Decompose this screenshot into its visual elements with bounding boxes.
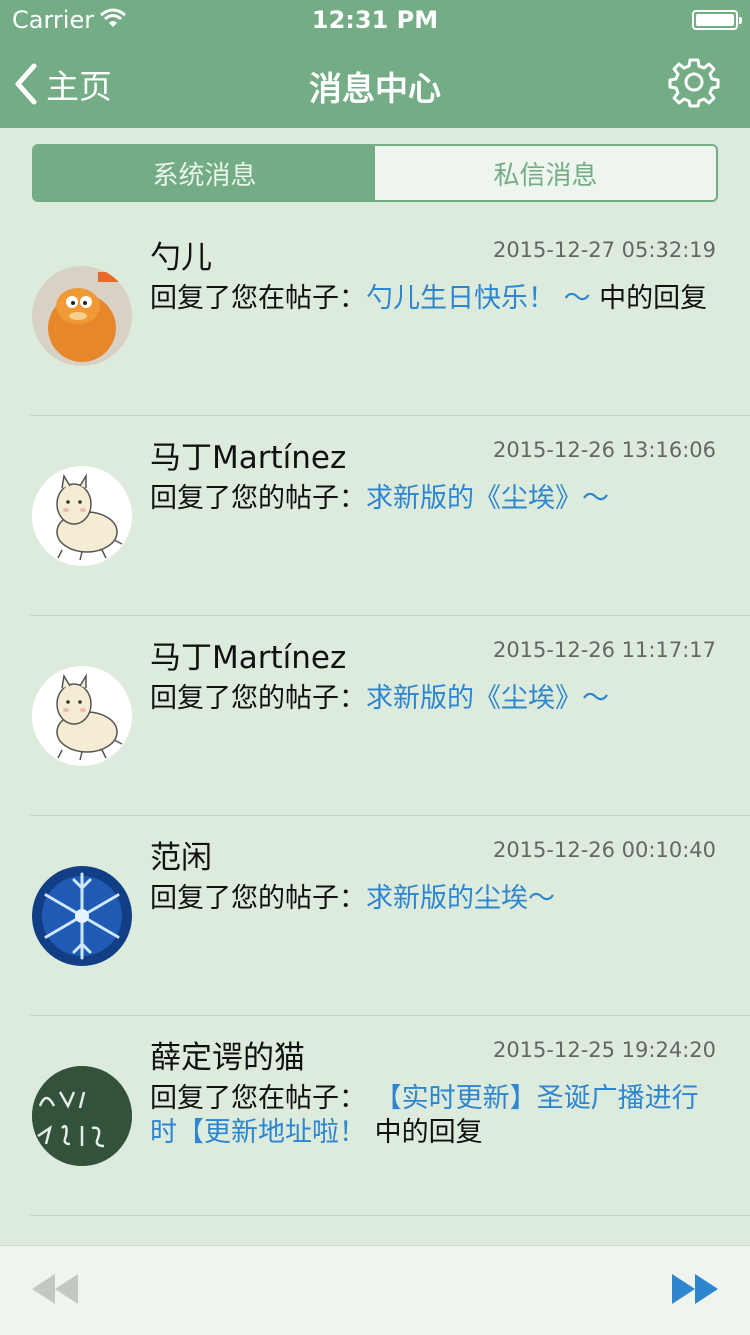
- message-time: 2015-12-26 11:17:17: [492, 638, 716, 662]
- avatar: [32, 666, 132, 766]
- post-link[interactable]: 勺儿生日快乐！ ～: [366, 283, 591, 314]
- message-row[interactable]: 马丁Martínez 2015-12-26 11:17:17 回复了您的帖子：求…: [0, 616, 750, 816]
- navigation-bar: Carrier 12:31 PM 主页 消息中心: [0, 0, 750, 128]
- message-body: 回复了您的帖子：求新版的《尘埃》～: [150, 482, 720, 516]
- bottom-toolbar: [0, 1245, 750, 1335]
- message-row[interactable]: 勺儿 2015-12-27 05:32:19 回复了您在帖子：勺儿生日快乐！ ～…: [0, 216, 750, 416]
- post-link[interactable]: 求新版的《尘埃》～: [366, 683, 609, 714]
- sender-name: 薛定谔的猫: [150, 1040, 305, 1076]
- row-divider: [30, 1215, 750, 1216]
- rewind-icon: [32, 1274, 78, 1304]
- message-body: 回复了您在帖子：勺儿生日快乐！ ～ 中的回复: [150, 282, 720, 316]
- message-row[interactable]: 马丁Martínez 2015-12-26 13:16:06 回复了您的帖子：求…: [0, 416, 750, 616]
- message-list: 勺儿 2015-12-27 05:32:19 回复了您在帖子：勺儿生日快乐！ ～…: [0, 216, 750, 1216]
- message-suffix: 中的回复: [366, 1117, 483, 1148]
- message-suffix: 中的回复: [590, 283, 708, 314]
- message-body: 回复了您在帖子： 【实时更新】圣诞广播进行时【更新地址啦！ 中的回复: [150, 1082, 720, 1150]
- fast-forward-icon: [672, 1274, 718, 1304]
- message-row[interactable]: 范闲 2015-12-26 00:10:40 回复了您的帖子：求新版的尘埃～: [0, 816, 750, 1016]
- sender-name: 马丁Martínez: [150, 640, 347, 676]
- previous-page-button[interactable]: [30, 1272, 80, 1306]
- message-row[interactable]: 薛定谔的猫 2015-12-25 19:24:20 回复了您在帖子： 【实时更新…: [0, 1016, 750, 1216]
- message-prefix: 回复了您的帖子：: [150, 683, 366, 714]
- post-link[interactable]: 求新版的《尘埃》～: [366, 483, 609, 514]
- post-link[interactable]: 求新版的尘埃～: [366, 883, 555, 914]
- message-body: 回复了您的帖子：求新版的尘埃～: [150, 882, 720, 916]
- sender-name: 勺儿: [150, 240, 212, 276]
- avatar: [32, 866, 132, 966]
- message-type-segmented-control: 系统消息 私信消息: [32, 144, 718, 202]
- avatar: [32, 1066, 132, 1166]
- settings-button[interactable]: [668, 56, 720, 108]
- sender-name: 马丁Martínez: [150, 440, 347, 476]
- status-bar: Carrier 12:31 PM: [0, 0, 750, 40]
- tab-system-messages[interactable]: 系统消息: [34, 146, 375, 200]
- message-time: 2015-12-26 13:16:06: [492, 438, 716, 462]
- tab-private-messages[interactable]: 私信消息: [375, 146, 716, 200]
- gear-icon: [668, 58, 720, 108]
- message-time: 2015-12-26 00:10:40: [492, 838, 716, 862]
- battery-icon: [692, 10, 742, 30]
- sender-name: 范闲: [150, 840, 212, 876]
- message-time: 2015-12-25 19:24:20: [492, 1038, 716, 1062]
- next-page-button[interactable]: [670, 1272, 720, 1306]
- avatar: [32, 266, 132, 366]
- message-prefix: 回复了您的帖子：: [150, 883, 366, 914]
- message-prefix: 回复了您在帖子：: [150, 1083, 366, 1114]
- message-time: 2015-12-27 05:32:19: [492, 238, 716, 262]
- message-prefix: 回复了您在帖子：: [150, 283, 366, 314]
- status-time: 12:31 PM: [311, 6, 439, 34]
- message-body: 回复了您的帖子：求新版的《尘埃》～: [150, 682, 720, 716]
- avatar: [32, 466, 132, 566]
- page-title: 消息中心: [309, 69, 441, 108]
- message-prefix: 回复了您的帖子：: [150, 483, 366, 514]
